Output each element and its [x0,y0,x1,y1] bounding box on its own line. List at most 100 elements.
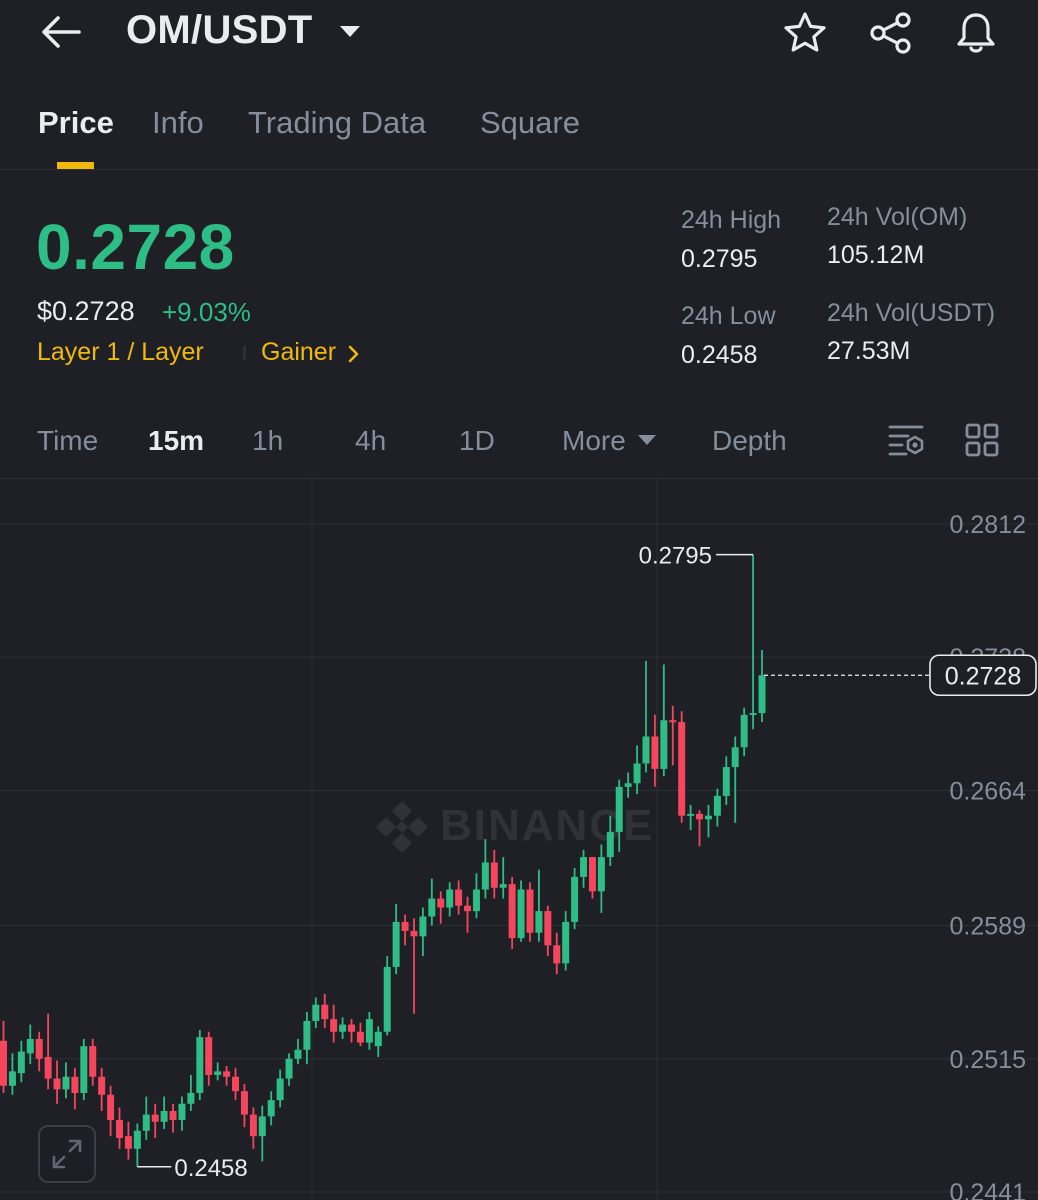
chevron-right-icon[interactable] [346,344,362,364]
candle-body [606,831,614,858]
bell-icon[interactable] [953,10,999,56]
candle-body [26,1038,34,1054]
candle-body [348,1024,356,1032]
candle-body [517,889,525,939]
timeframe-1d[interactable]: 1D [459,425,495,457]
candle-body [205,1037,213,1075]
gainer-tag[interactable]: Gainer [261,338,336,367]
candle-body [53,1078,61,1090]
more-caret-icon[interactable] [638,435,656,445]
active-tab-indicator [57,162,94,169]
candle-body [642,736,650,764]
candle-body [133,1130,141,1149]
candle-body [731,747,739,768]
back-arrow-icon[interactable] [38,12,86,52]
candlestick-chart[interactable]: BINANCE 0.28120.27380.26640.25890.25150.… [0,478,1038,1200]
share-icon[interactable] [868,10,914,56]
candle-body [722,767,730,796]
candle-body [303,1020,311,1050]
candle-body [562,921,570,964]
candle-body [232,1076,240,1092]
usd-price: $0.2728 [37,296,135,326]
chevron-down-icon[interactable] [340,26,360,37]
candle-body [44,1056,52,1079]
candle-body [553,945,561,964]
candle-body [490,862,498,888]
timeframe-1h[interactable]: 1h [252,425,283,457]
candle-body [472,889,480,912]
top-bar: OM/USDT [0,0,1038,72]
pair-title[interactable]: OM/USDT [126,8,313,53]
candle-body [713,795,721,816]
candle-body [223,1071,231,1077]
candle-body [749,713,757,716]
star-icon[interactable] [782,10,828,56]
candle-body [62,1076,70,1090]
candle-body [0,1040,7,1086]
candle-body [624,783,632,787]
expand-chart-button[interactable] [38,1125,96,1183]
candle-body [383,966,391,1032]
current-price-label: 0.2728 [945,662,1021,690]
candle-body [196,1037,204,1093]
y-tick-label: 0.2589 [950,913,1026,941]
last-price: 0.2728 [36,211,235,283]
timeframe-time[interactable]: Time [37,425,98,457]
grid-layout-icon[interactable] [964,422,1000,458]
timeframe-15m[interactable]: 15m [148,425,204,457]
candle-body [151,1114,159,1122]
candle-body [428,898,436,917]
candle-body [80,1046,88,1093]
high-label: 24h High [681,206,782,234]
candle-body [294,1049,302,1059]
low-label: 24h Low [681,302,776,330]
low-value: 0.2458 [681,341,758,369]
y-tick-label: 0.2441 [950,1179,1026,1200]
candle-body [526,889,534,933]
tab-info[interactable]: Info [152,105,204,141]
candle-body [356,1031,364,1043]
candle-body [339,1024,347,1032]
candle-body [312,1004,320,1021]
high-value: 0.2795 [681,245,758,273]
timeframe-more[interactable]: More [562,425,626,457]
depth-tab[interactable]: Depth [712,425,787,457]
candle-body [678,722,686,816]
candle-body [696,813,704,820]
candle-body [35,1038,43,1059]
volume-om-label: 24h Vol(OM) [827,203,968,231]
candle-body [214,1071,222,1075]
tag-divider [243,346,246,360]
candle-body [410,930,418,937]
y-tick-label: 0.2812 [950,511,1026,539]
candle-body [446,889,454,908]
tab-trading-data[interactable]: Trading Data [248,105,426,141]
candle-body [633,763,641,784]
candle-body [455,889,463,906]
high-marker-label: 0.2795 [639,543,712,570]
candle-body [365,1019,373,1043]
candle-body [142,1114,150,1131]
candle-body [330,1019,338,1032]
timeframe-4h[interactable]: 4h [355,425,386,457]
volume-usdt-label: 24h Vol(USDT) [827,299,996,327]
candle-body [8,1071,16,1086]
candle-body [89,1046,97,1077]
tab-square[interactable]: Square [480,105,580,141]
y-tick-label: 0.2664 [950,777,1027,805]
candle-body [481,862,489,890]
candle-body [169,1110,177,1120]
candle-body [660,720,668,769]
candle-body [249,1114,257,1137]
tab-bar: Price Info Trading Data Square [0,95,1038,170]
candle-body [98,1076,106,1095]
candle-body [258,1116,266,1137]
candle-body [544,911,552,946]
candle-body [464,905,472,912]
indicator-settings-icon[interactable] [888,422,926,458]
candle-body [588,857,596,892]
tab-price[interactable]: Price [38,105,114,141]
candle-body [651,736,659,769]
candle-body [321,1004,329,1020]
category-tag[interactable]: Layer 1 / Layer [37,338,204,367]
